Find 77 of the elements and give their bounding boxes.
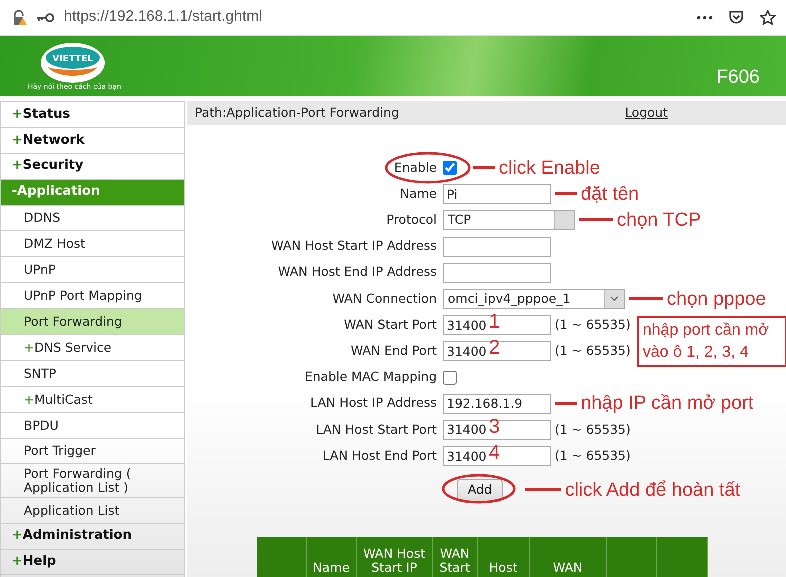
field-label: WAN Host Start IP Address bbox=[270, 237, 437, 256]
sidebar-item[interactable]: +Status bbox=[1, 102, 184, 128]
column-header: Host bbox=[478, 537, 530, 577]
annotation-text: click Add để hoàn tất bbox=[565, 480, 741, 500]
leader-line bbox=[555, 402, 577, 406]
field-label: Name bbox=[399, 184, 437, 203]
sidebar-item[interactable]: SNTP bbox=[1, 360, 184, 387]
column-header: WAN bbox=[530, 537, 607, 577]
more-icon[interactable] bbox=[697, 16, 713, 20]
breadcrumb-path: Path:Application-Port Forwarding bbox=[195, 104, 400, 122]
column-header bbox=[657, 537, 708, 577]
range-hint: (1 ~ 65535) bbox=[555, 420, 631, 439]
sidebar-item[interactable]: UPnP bbox=[1, 257, 184, 284]
annotation-text: chọn pppoe bbox=[667, 290, 766, 309]
add-button[interactable]: Add bbox=[457, 478, 504, 502]
sidebar-item[interactable]: DMZ Host bbox=[1, 231, 184, 258]
sidebar-item[interactable]: -Application bbox=[1, 180, 184, 206]
annotation-text: đặt tên bbox=[581, 184, 640, 204]
input-field[interactable] bbox=[443, 262, 551, 283]
model-name: F606 bbox=[716, 66, 760, 90]
sidebar-item[interactable]: DDNS bbox=[1, 206, 184, 232]
checkbox[interactable] bbox=[443, 161, 457, 176]
column-header: WAN Host Start IP bbox=[357, 537, 433, 577]
step-number: 3 bbox=[489, 416, 500, 437]
leader-line bbox=[473, 166, 495, 170]
field-label: WAN Connection bbox=[332, 290, 437, 308]
address-url[interactable]: https://192.168.1.1/start.ghtml bbox=[64, 6, 262, 29]
field-label: WAN Host End IP Address bbox=[277, 263, 437, 282]
input-field[interactable] bbox=[443, 236, 551, 257]
field-label: Enable MAC Mapping bbox=[304, 368, 437, 386]
field-label: LAN Host Start Port bbox=[315, 420, 437, 439]
leader-line bbox=[555, 192, 577, 196]
field-label: Enable bbox=[393, 158, 437, 177]
step-number: 2 bbox=[489, 338, 500, 358]
dropdown[interactable]: TCP bbox=[443, 210, 575, 230]
sidebar-item[interactable]: +Help bbox=[1, 550, 184, 576]
brand-logo: VIETTEL bbox=[40, 42, 106, 84]
input-field[interactable]: Pi bbox=[443, 184, 551, 204]
field-label: LAN Host IP Address bbox=[309, 394, 437, 412]
leader-line bbox=[579, 218, 613, 222]
annotation-text: click Enable bbox=[499, 158, 600, 178]
column-header: Name bbox=[307, 537, 357, 577]
column-header bbox=[607, 537, 657, 577]
field-label: WAN End Port bbox=[350, 342, 437, 360]
pocket-icon[interactable] bbox=[729, 10, 744, 24]
sidebar-item[interactable]: +Network bbox=[1, 128, 184, 154]
star-icon[interactable] bbox=[760, 10, 776, 25]
column-header bbox=[257, 537, 307, 577]
field-label: Protocol bbox=[386, 211, 437, 230]
sidebar-item[interactable]: Port Forwarding ( Application List ) bbox=[1, 464, 184, 498]
sidebar-item[interactable]: BPDU bbox=[1, 412, 184, 439]
input-field[interactable]: 192.168.1.9 bbox=[443, 394, 551, 414]
column-header: WAN Start bbox=[433, 537, 478, 577]
insecure-lock-icon[interactable] bbox=[12, 10, 28, 26]
sidebar-item[interactable]: Port Forwarding bbox=[1, 309, 184, 336]
checkbox[interactable] bbox=[443, 370, 457, 385]
leader-line bbox=[629, 297, 663, 302]
step-number: 1 bbox=[489, 312, 500, 332]
range-hint: (1 ~ 65535) bbox=[555, 316, 631, 334]
sidebar-item[interactable]: +DNS Service bbox=[1, 335, 184, 361]
sidebar-item[interactable]: Application List bbox=[1, 498, 184, 524]
leader-line bbox=[525, 488, 562, 492]
range-hint: (1 ~ 65535) bbox=[555, 446, 631, 465]
annotation-text: nhập port cần mở vào ô 1, 2, 3, 4 bbox=[637, 316, 786, 368]
range-hint: (1 ~ 65535) bbox=[555, 342, 631, 360]
key-icon[interactable] bbox=[36, 12, 56, 24]
annotation-text: chọn TCP bbox=[617, 210, 702, 230]
chevron-down-icon bbox=[610, 296, 619, 302]
sidebar-item[interactable]: Port Trigger bbox=[1, 438, 184, 464]
logout-link[interactable]: Logout bbox=[625, 104, 668, 122]
field-label: LAN Host End Port bbox=[322, 446, 437, 465]
sidebar-item[interactable]: +MultiCast bbox=[1, 386, 184, 413]
sidebar-item[interactable]: +Administration bbox=[1, 524, 184, 550]
annotation-text: nhập IP cần mở port bbox=[581, 394, 754, 414]
step-number: 4 bbox=[489, 443, 500, 464]
field-label: WAN Start Port bbox=[343, 316, 437, 334]
dropdown[interactable]: omci_ipv4_pppoe_1 bbox=[443, 289, 625, 310]
